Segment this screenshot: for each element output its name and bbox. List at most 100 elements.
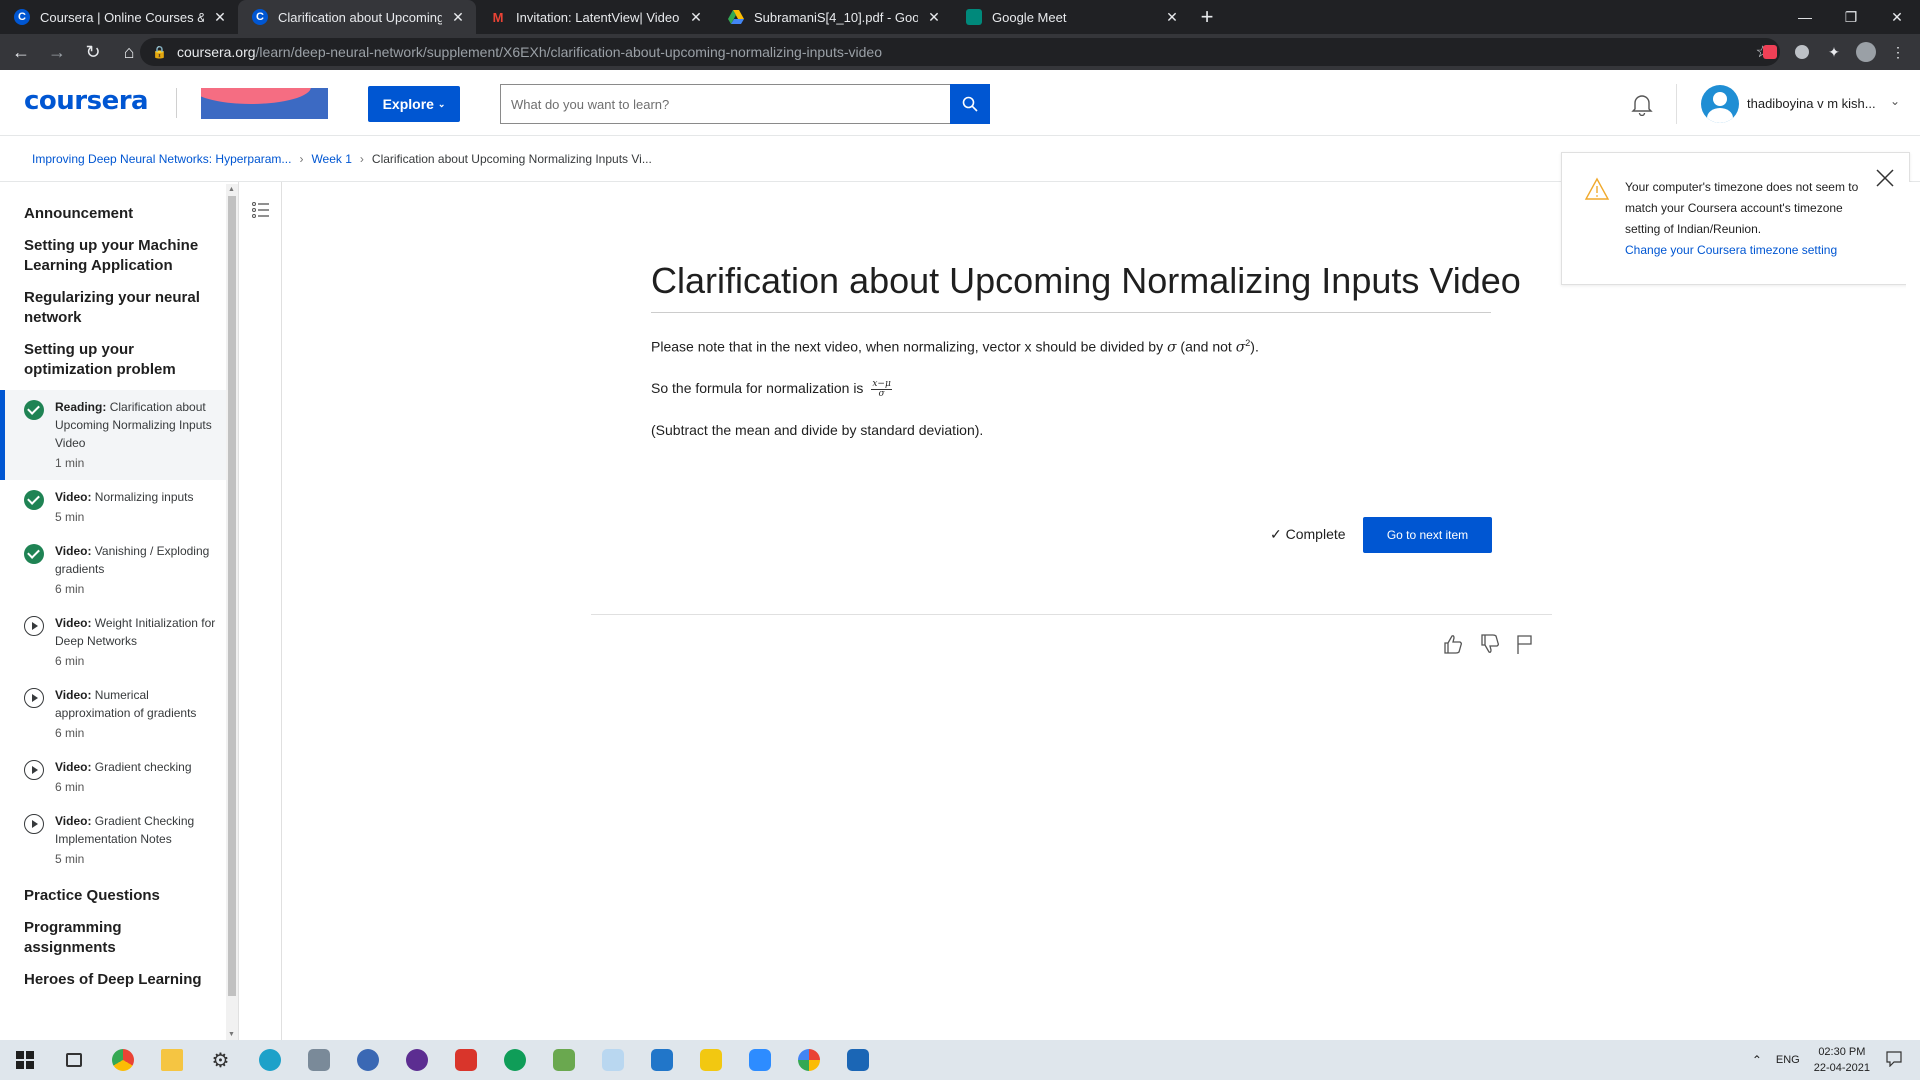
go-to-next-item-button[interactable]: Go to next item [1363,517,1492,553]
page-scrollbar[interactable] [1906,182,1920,1040]
item-title: Gradient checking [94,760,192,774]
edge-icon[interactable] [245,1040,294,1080]
app-icon[interactable] [294,1040,343,1080]
windows-start-icon[interactable] [0,1040,49,1080]
restore-icon[interactable]: ❐ [1828,0,1874,34]
formula: x−μ σ [871,380,892,399]
sidebar-section-practice[interactable]: Practice Questions [0,886,226,906]
app-icon[interactable] [588,1040,637,1080]
notification-center-icon[interactable] [1886,1050,1902,1070]
item-title: Normalizing inputs [94,490,194,504]
close-window-icon[interactable]: ✕ [1874,0,1920,34]
google-meet-icon [966,9,982,25]
sidebar-item-video[interactable]: Video: Normalizing inputs 5 min [0,488,226,526]
close-tab-icon[interactable]: ✕ [450,9,466,26]
sidebar-section-setup[interactable]: Setting up your Machine Learning Applica… [0,236,226,276]
paragraph-text: (and not [1176,338,1236,355]
sidebar-item-video[interactable]: Video: Weight Initialization for Deep Ne… [0,614,226,670]
play-icon [24,688,44,708]
task-view-icon[interactable] [49,1040,98,1080]
profile-avatar-icon[interactable] [1852,38,1880,66]
explore-button[interactable]: Explore ⌄ [368,86,460,122]
change-timezone-link[interactable]: Change your Coursera timezone setting [1625,240,1875,261]
notifications-bell-icon[interactable] [1630,92,1654,121]
search-button[interactable] [950,84,990,124]
breadcrumb-course-link[interactable]: Improving Deep Neural Networks: Hyperpar… [32,152,291,166]
sidebar-section-optimization[interactable]: Setting up your optimization problem [0,340,226,380]
browser-tab[interactable]: M Invitation: LatentView| Video Inte ✕ [476,0,714,34]
google-drive-icon [728,9,744,25]
photos-icon[interactable] [833,1040,882,1080]
chevron-down-icon[interactable]: ⌄ [1890,94,1900,108]
user-name[interactable]: thadiboyina v m kish... [1747,96,1876,111]
thumbs-down-icon[interactable] [1479,633,1501,660]
reload-icon[interactable]: ↻ [78,37,108,67]
close-tab-icon[interactable]: ✕ [926,9,942,26]
forward-icon[interactable]: → [42,37,72,67]
search-input[interactable]: What do you want to learn? [500,84,950,124]
close-tab-icon[interactable]: ✕ [212,9,228,26]
clock[interactable]: 02:30 PM 22-04-2021 [1814,1044,1870,1076]
tab-title: SubramaniS[4_10].pdf - Google D [754,9,918,25]
sidebar-scrollbar[interactable]: ▲ ▼ [226,184,238,1040]
flag-icon[interactable] [1514,633,1536,660]
sidebar-section-announcement[interactable]: Announcement [0,204,226,224]
scroll-down-icon[interactable]: ▼ [228,1031,235,1038]
math-sigma: σ [1166,339,1177,356]
app-icon[interactable] [441,1040,490,1080]
chrome-menu-icon[interactable]: ⋮ [1884,38,1912,66]
zoom-icon[interactable] [735,1040,784,1080]
file-explorer-icon[interactable] [147,1040,196,1080]
browser-tab[interactable]: C Coursera | Online Courses & Cre ✕ [0,0,238,34]
close-tab-icon[interactable]: ✕ [688,9,704,26]
explore-label: Explore [382,96,434,112]
app-icon[interactable] [539,1040,588,1080]
chevron-up-icon[interactable]: ⌃ [1752,1053,1762,1067]
app-icon[interactable] [392,1040,441,1080]
breadcrumb-week-link[interactable]: Week 1 [311,152,351,166]
app-icon[interactable] [784,1040,833,1080]
power-bi-icon[interactable] [686,1040,735,1080]
sidebar-item-video[interactable]: Video: Vanishing / Exploding gradients 6… [0,542,226,598]
hangouts-icon[interactable] [490,1040,539,1080]
extensions-puzzle-icon[interactable]: ✦ [1820,38,1848,66]
settings-icon[interactable]: ⚙ [196,1040,245,1080]
system-tray: ⌃ ENG 02:30 PM 22-04-2021 [1752,1040,1920,1080]
sidebar-section-heroes[interactable]: Heroes of Deep Learning [0,970,226,990]
sidebar-section-programming[interactable]: Programming assignments [0,918,226,958]
extension-icon[interactable] [1788,38,1816,66]
item-duration: 1 min [55,456,85,470]
close-icon[interactable] [1874,167,1896,194]
r-app-icon[interactable] [343,1040,392,1080]
browser-tab[interactable]: SubramaniS[4_10].pdf - Google D ✕ [714,0,952,34]
browser-tab-active[interactable]: C Clarification about Upcoming No ✕ [238,0,476,34]
completed-check-icon [24,490,44,510]
close-tab-icon[interactable]: ✕ [1164,9,1180,26]
sidebar-item-video[interactable]: Video: Gradient Checking Implementation … [0,812,226,868]
sidebar-item-video[interactable]: Video: Gradient checking 6 min [0,758,226,796]
list-icon[interactable] [251,200,271,225]
chrome-icon[interactable] [98,1040,147,1080]
clock-time: 02:30 PM [1818,1046,1866,1058]
avatar[interactable] [1701,85,1739,123]
address-bar[interactable]: 🔒 coursera.org/learn/deep-neural-network… [140,38,1780,66]
thumbs-up-icon[interactable] [1442,633,1464,660]
back-icon[interactable]: ← [6,37,36,67]
item-type: Video: [55,544,92,558]
reading-paragraph: So the formula for normalization is x−μ σ [651,380,892,399]
sidebar-section-regularizing[interactable]: Regularizing your neural network [0,288,226,328]
scrollbar-thumb[interactable] [228,196,236,996]
sidebar-item-reading[interactable]: Reading: Clarification about Upcoming No… [0,390,226,480]
pocket-extension-icon[interactable] [1756,38,1784,66]
tab-title: Google Meet [992,9,1067,25]
promo-banner[interactable] [201,88,328,119]
app-icon[interactable] [637,1040,686,1080]
scroll-up-icon[interactable]: ▲ [228,186,235,193]
item-type: Video: [55,814,92,828]
sidebar-item-video[interactable]: Video: Numerical approximation of gradie… [0,686,226,742]
language-indicator[interactable]: ENG [1776,1054,1800,1066]
coursera-logo[interactable]: coursera [24,86,149,116]
browser-tab[interactable]: Google Meet ✕ [952,0,1190,34]
new-tab-button[interactable]: + [1190,0,1224,34]
minimize-icon[interactable]: — [1782,0,1828,34]
